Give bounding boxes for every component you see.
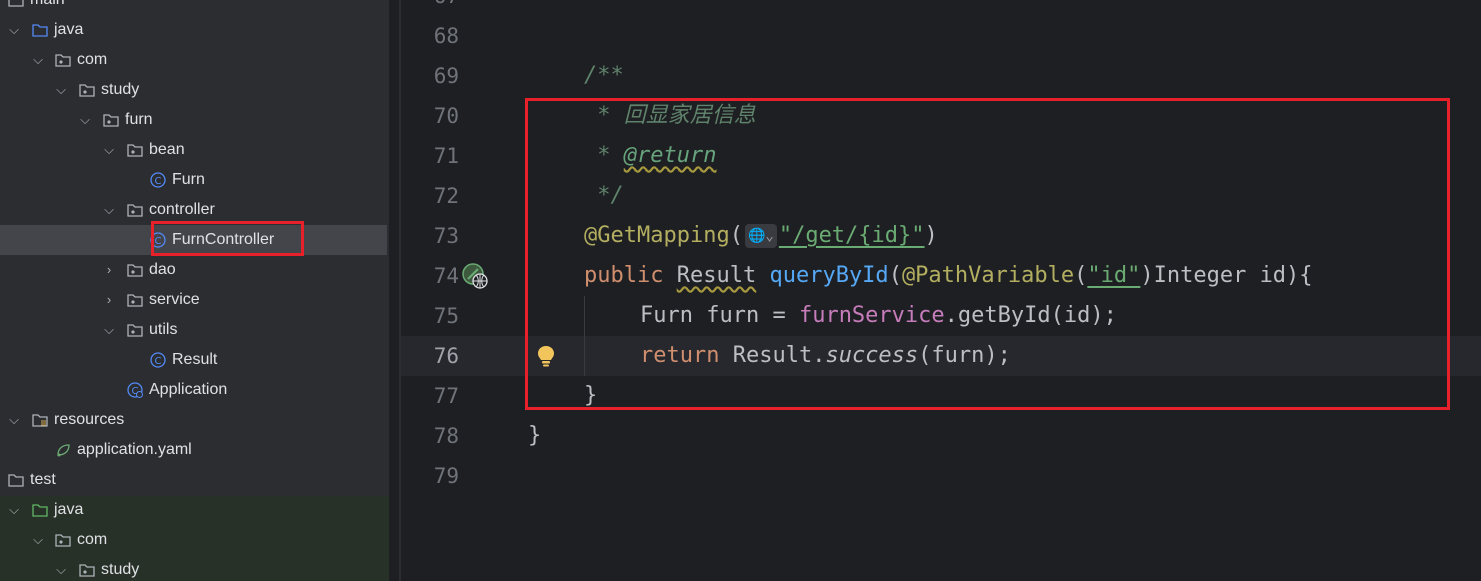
folder-icon — [8, 474, 24, 487]
line-number: 67 — [401, 0, 459, 16]
line-number: 73 — [433, 224, 459, 248]
chevron-down-icon[interactable]: ⌵ — [6, 405, 22, 435]
line-number: 72 — [433, 184, 459, 208]
tree-item-dao[interactable]: › dao — [0, 255, 389, 285]
highlight-box-code — [525, 98, 1450, 410]
tree-item-test-study[interactable]: ⌵ study — [0, 555, 389, 581]
tree-item-test[interactable]: test — [0, 465, 389, 495]
svg-text:C: C — [155, 356, 162, 367]
tree-item-service[interactable]: › service — [0, 285, 389, 315]
line-number: 74 — [433, 264, 459, 288]
spring-boot-class-icon: C — [127, 382, 143, 398]
package-icon — [55, 534, 71, 547]
folder-icon — [8, 0, 24, 7]
line-number: 75 — [433, 304, 459, 328]
tree-item-study[interactable]: ⌵ study — [0, 75, 389, 105]
chevron-down-icon[interactable]: ⌵ — [101, 195, 117, 225]
chevron-down-icon[interactable]: ⌵ — [6, 15, 22, 45]
package-icon — [127, 264, 143, 277]
package-icon — [127, 324, 143, 337]
chevron-down-icon[interactable]: ⌵ — [77, 105, 93, 135]
resources-folder-icon — [32, 414, 48, 427]
chevron-down-icon[interactable]: ⌵ — [30, 525, 46, 555]
line-number: 79 — [433, 464, 459, 488]
tree-item-result-class[interactable]: C Result — [0, 345, 389, 375]
chevron-down-icon[interactable]: ⌵ — [101, 135, 117, 165]
code-editor[interactable]: 67 68 69 70 71 72 73 74 75 76 77 78 79 /… — [401, 0, 1481, 581]
spring-leaf-icon — [57, 444, 70, 457]
line-number: 68 — [433, 24, 459, 48]
class-icon: C — [150, 352, 166, 368]
line-number-current: 76 — [433, 344, 459, 368]
tree-item-application-yaml[interactable]: application.yaml — [0, 435, 389, 465]
package-icon — [127, 294, 143, 307]
line-number: 70 — [433, 104, 459, 128]
class-icon: C — [150, 172, 166, 188]
package-icon — [55, 54, 71, 67]
chevron-down-icon[interactable]: ⌵ — [53, 555, 69, 581]
highlight-box-tree — [151, 221, 304, 256]
tree-item-application[interactable]: C Application — [0, 375, 389, 405]
tree-item-com[interactable]: ⌵ com — [0, 45, 389, 75]
tree-item-test-com[interactable]: ⌵ com — [0, 525, 389, 555]
package-icon — [127, 204, 143, 217]
web-endpoint-icon[interactable] — [461, 262, 489, 290]
package-icon — [127, 144, 143, 157]
line-number: 69 — [433, 64, 459, 88]
source-folder-icon — [32, 24, 48, 37]
test-source-folder-icon — [32, 504, 48, 517]
tree-item-bean[interactable]: ⌵ bean — [0, 135, 389, 165]
package-icon — [79, 564, 95, 577]
package-icon — [79, 84, 95, 97]
svg-text:C: C — [155, 176, 162, 187]
line-number: 78 — [433, 424, 459, 448]
code-line-69[interactable]: /** — [584, 56, 624, 96]
chevron-right-icon[interactable]: › — [101, 285, 117, 315]
chevron-down-icon[interactable]: ⌵ — [6, 495, 22, 525]
tree-item-furn-class[interactable]: C Furn — [0, 165, 389, 195]
project-tree: main ⌵ java ⌵ com ⌵ study ⌵ furn ⌵ bean … — [0, 0, 389, 581]
tree-item-java[interactable]: ⌵ java — [0, 15, 389, 45]
tree-item-utils[interactable]: ⌵ utils — [0, 315, 389, 345]
line-number: 71 — [433, 144, 459, 168]
tree-item-resources[interactable]: ⌵ resources — [0, 405, 389, 435]
package-icon — [103, 114, 119, 127]
chevron-down-icon[interactable]: ⌵ — [101, 315, 117, 345]
chevron-right-icon[interactable]: › — [101, 255, 117, 285]
chevron-down-icon[interactable]: ⌵ — [53, 75, 69, 105]
code-line-78[interactable]: } — [528, 416, 541, 456]
tree-item-main[interactable]: main — [0, 0, 389, 15]
chevron-down-icon[interactable]: ⌵ — [30, 45, 46, 75]
tree-item-furn[interactable]: ⌵ furn — [0, 105, 389, 135]
tree-item-test-java[interactable]: ⌵ java — [0, 495, 389, 525]
line-number: 77 — [433, 384, 459, 408]
